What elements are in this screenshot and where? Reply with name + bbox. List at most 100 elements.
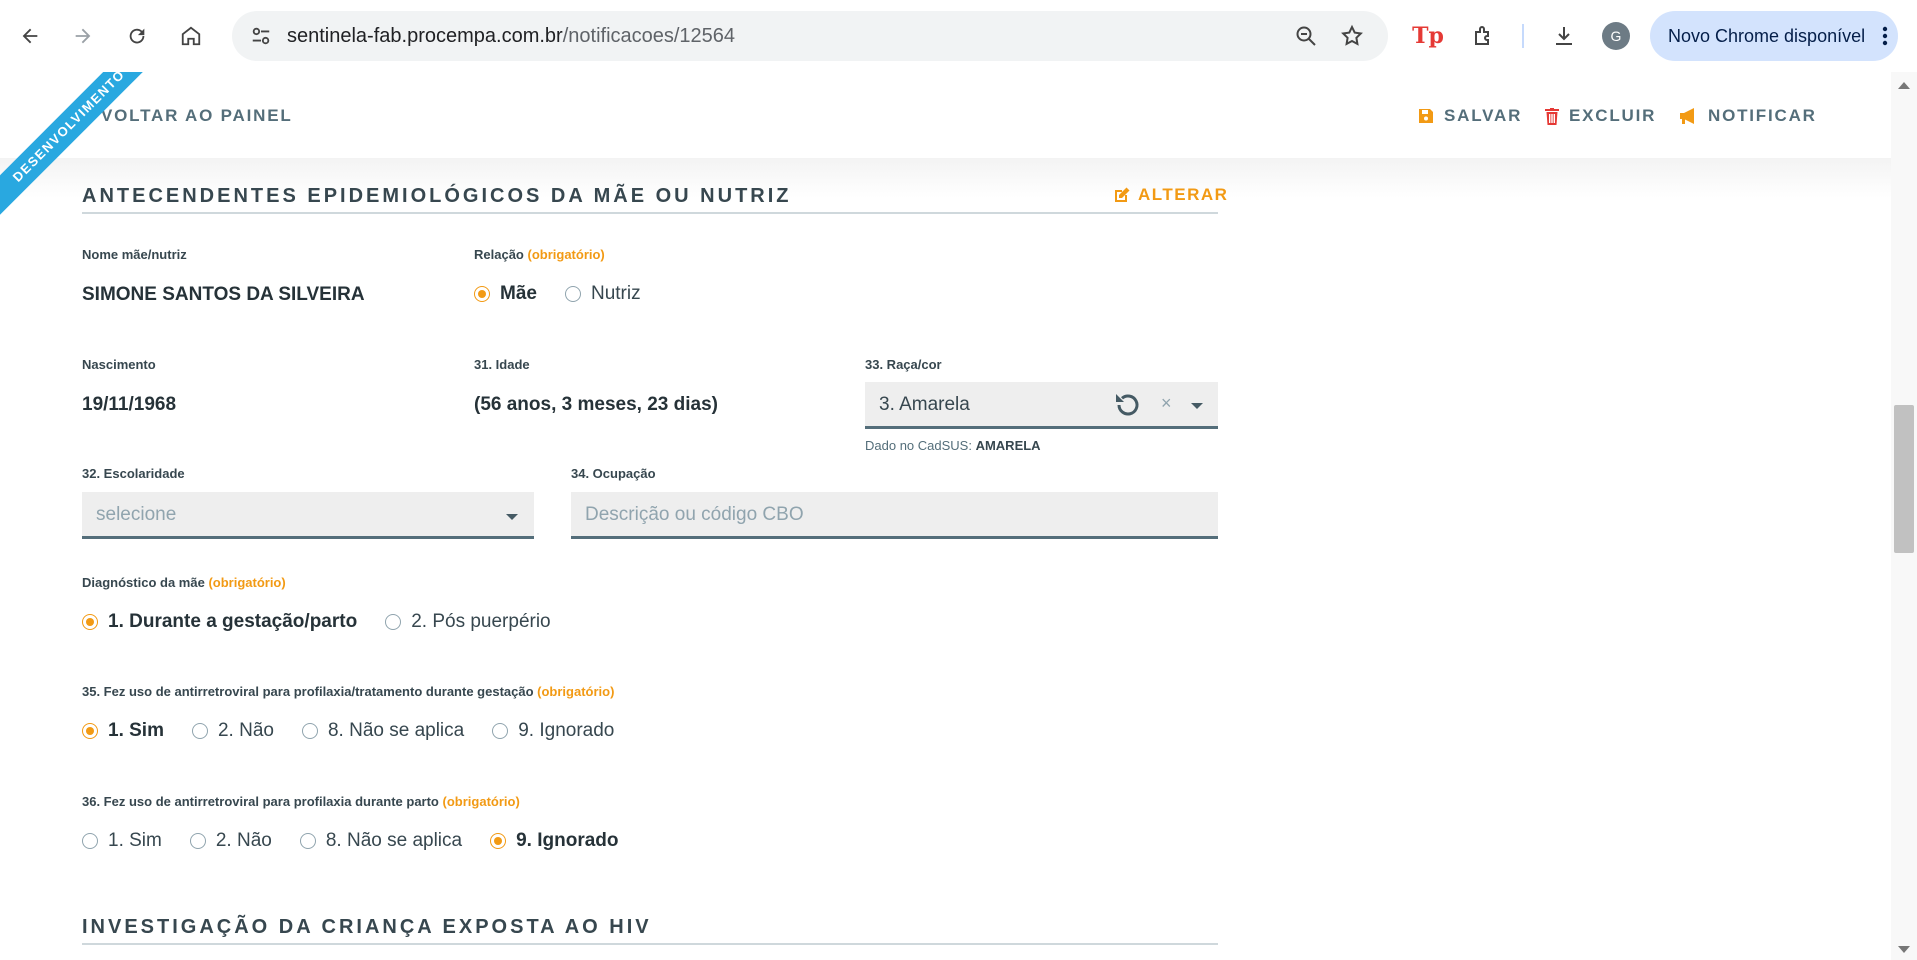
chevron-down-icon[interactable] xyxy=(1191,403,1203,409)
relation-option-label: Mãe xyxy=(500,283,537,304)
menu-kebab-icon[interactable] xyxy=(1882,26,1888,51)
download-icon[interactable] xyxy=(1548,20,1580,52)
radio-dot[interactable] xyxy=(82,833,98,849)
q36-option-label: 9. Ignorado xyxy=(516,830,619,851)
trash-icon xyxy=(1545,107,1559,125)
radio-dot[interactable] xyxy=(474,286,490,302)
section-divider xyxy=(82,943,1218,945)
address-bar[interactable]: sentinela-fab.procempa.com.br/notificaco… xyxy=(232,11,1388,61)
url-domain: sentinela-fab.procempa.com.br xyxy=(287,25,563,47)
scroll-up-arrow-icon[interactable] xyxy=(1898,82,1910,89)
radio-dot[interactable] xyxy=(564,286,581,302)
chrome-update-button[interactable]: Novo Chrome disponível xyxy=(1650,11,1898,61)
q35-option-label: 8. Não se aplica xyxy=(327,720,465,741)
scroll-down-arrow-icon[interactable] xyxy=(1898,946,1910,953)
notify-label: NOTIFICAR xyxy=(1708,106,1817,125)
save-icon xyxy=(1419,109,1433,123)
radio-dot[interactable] xyxy=(189,833,206,849)
q36-option-label: 2. Não xyxy=(215,830,272,851)
relation-option-mae[interactable]: Mãe xyxy=(474,283,537,305)
undo-icon[interactable] xyxy=(1113,392,1141,423)
relation-option-label: Nutriz xyxy=(590,283,641,304)
radio-dot[interactable] xyxy=(299,833,316,849)
q35-option-nao[interactable]: 2. Não xyxy=(191,720,274,742)
edit-icon xyxy=(1115,187,1130,202)
save-label: SALVAR xyxy=(1444,106,1523,125)
extensions-puzzle-icon[interactable] xyxy=(1468,20,1500,52)
diagnosis-option-label: 1. Durante a gestação/parto xyxy=(108,611,358,632)
cadsus-hint-label: Dado no CadSUS: xyxy=(865,438,972,453)
occupation-label: 34. Ocupação xyxy=(571,466,656,481)
school-label: 32. Escolaridade xyxy=(82,466,185,481)
race-select-value: 3. Amarela xyxy=(879,394,970,415)
q36-option-label: 8. Não se aplica xyxy=(325,830,463,851)
relation-label: Relação (obrigatório) xyxy=(474,247,605,262)
diagnosis-option-label: 2. Pós puerpério xyxy=(411,611,551,632)
relation-radio-group: Mãe Nutriz xyxy=(474,283,669,305)
save-button[interactable]: SALVAR xyxy=(1418,106,1522,126)
q36-radio-group: 1. Sim 2. Não 8. Não se aplica 9. Ignora… xyxy=(82,830,647,852)
q36-label: 36. Fez uso de antirretroviral para prof… xyxy=(82,794,520,809)
site-settings-icon[interactable] xyxy=(250,25,272,52)
q35-option-ignorado[interactable]: 9. Ignorado xyxy=(492,720,614,742)
radio-dot[interactable] xyxy=(385,614,402,630)
radio-dot[interactable] xyxy=(490,833,507,849)
mother-name-label: Nome mãe/nutriz xyxy=(82,247,187,262)
radio-dot[interactable] xyxy=(82,614,98,630)
q35-option-nao-se-aplica[interactable]: 8. Não se aplica xyxy=(301,720,465,742)
zoom-icon[interactable] xyxy=(1294,24,1318,53)
q36-label-text: 36. Fez uso de antirretroviral para prof… xyxy=(82,794,439,809)
scrollbar-thumb[interactable] xyxy=(1894,405,1914,553)
clear-icon[interactable]: × xyxy=(1161,393,1172,414)
race-select[interactable]: 3. Amarela × xyxy=(865,382,1218,429)
action-bar: VOLTAR AO PAINEL SALVAR EXCLUIR NOTIFICA… xyxy=(0,72,1891,158)
browser-toolbar: sentinela-fab.procempa.com.br/notificaco… xyxy=(0,0,1917,73)
q36-required: (obrigatório) xyxy=(442,794,520,809)
school-select[interactable]: selecione xyxy=(82,492,534,539)
forward-arrow-icon[interactable] xyxy=(67,20,99,52)
megaphone-icon xyxy=(1680,108,1694,124)
diagnosis-radio-group: 1. Durante a gestação/parto 2. Pós puerp… xyxy=(82,611,579,633)
q36-option-label: 1. Sim xyxy=(108,830,162,851)
notify-button[interactable]: NOTIFICAR xyxy=(1678,106,1817,126)
birth-label: Nascimento xyxy=(82,357,156,372)
profile-avatar[interactable]: G xyxy=(1600,20,1632,52)
bookmark-star-icon[interactable] xyxy=(1340,24,1364,53)
section-title-mother: ANTECENDENTES EPIDEMIOLÓGICOS DA MÃE OU … xyxy=(82,185,792,207)
birth-value: 19/11/1968 xyxy=(82,394,177,415)
radio-dot[interactable] xyxy=(492,723,509,739)
tp-extension-icon[interactable]: Tp xyxy=(1412,20,1444,52)
cadsus-hint: Dado no CadSUS: AMARELA xyxy=(865,438,1041,453)
relation-option-nutriz[interactable]: Nutriz xyxy=(564,283,641,305)
occupation-placeholder: Descrição ou código CBO xyxy=(585,504,804,525)
chevron-down-icon[interactable] xyxy=(506,514,518,520)
radio-dot[interactable] xyxy=(301,723,318,739)
q36-option-sim[interactable]: 1. Sim xyxy=(82,830,162,852)
q35-option-label: 1. Sim xyxy=(108,720,164,741)
edit-section-button[interactable]: ALTERAR xyxy=(1113,185,1228,205)
reload-icon[interactable] xyxy=(121,20,153,52)
chrome-update-label: Novo Chrome disponível xyxy=(1668,26,1866,46)
delete-button[interactable]: EXCLUIR xyxy=(1545,106,1656,126)
tp-extension-label: Tp xyxy=(1412,23,1444,49)
radio-dot[interactable] xyxy=(82,723,98,739)
q35-required: (obrigatório) xyxy=(537,684,615,699)
q36-option-nao-se-aplica[interactable]: 8. Não se aplica xyxy=(299,830,463,852)
occupation-input[interactable]: Descrição ou código CBO xyxy=(571,492,1218,539)
radio-dot[interactable] xyxy=(191,723,208,739)
q35-option-sim[interactable]: 1. Sim xyxy=(82,720,164,742)
diagnosis-option-2[interactable]: 2. Pós puerpério xyxy=(385,611,551,633)
age-value: (56 anos, 3 meses, 23 dias) xyxy=(474,394,718,415)
back-arrow-icon[interactable] xyxy=(14,20,46,52)
diagnosis-option-1[interactable]: 1. Durante a gestação/parto xyxy=(82,611,357,633)
q35-label-text: 35. Fez uso de antirretroviral para prof… xyxy=(82,684,534,699)
q35-label: 35. Fez uso de antirretroviral para prof… xyxy=(82,684,614,699)
relation-required: (obrigatório) xyxy=(527,247,605,262)
app-viewport: VOLTAR AO PAINEL SALVAR EXCLUIR NOTIFICA… xyxy=(0,72,1891,960)
home-icon[interactable] xyxy=(175,20,207,52)
diagnosis-label: Diagnóstico da mãe (obrigatório) xyxy=(82,575,286,590)
cadsus-hint-value: AMARELA xyxy=(975,438,1041,453)
q36-option-nao[interactable]: 2. Não xyxy=(189,830,272,852)
q36-option-ignorado[interactable]: 9. Ignorado xyxy=(490,830,619,852)
q35-radio-group: 1. Sim 2. Não 8. Não se aplica 9. Ignora… xyxy=(82,720,642,742)
